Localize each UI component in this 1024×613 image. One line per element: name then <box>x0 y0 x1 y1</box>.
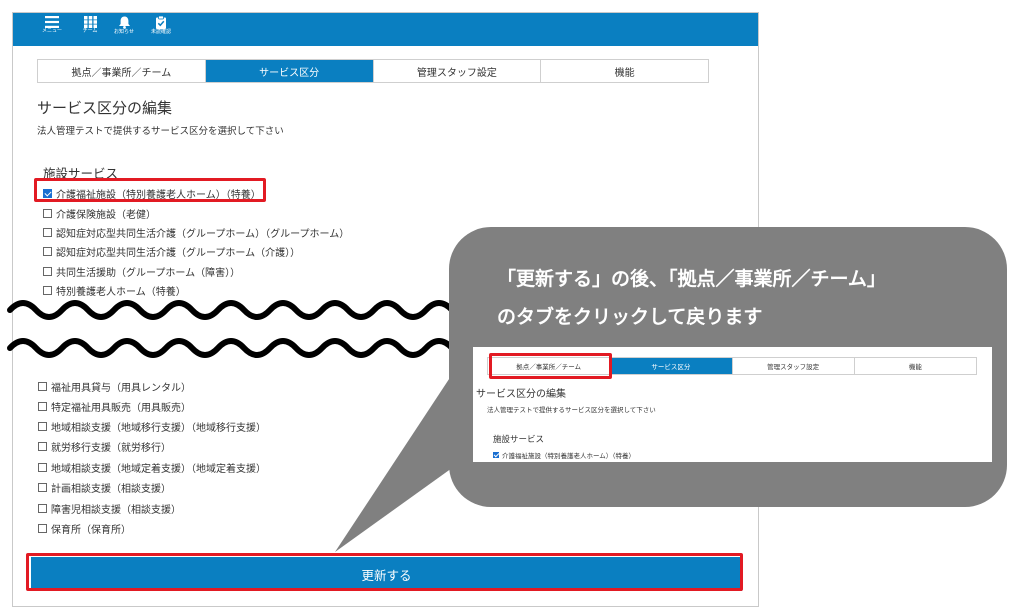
mini-tab-service-category[interactable]: サービス区分 <box>610 358 733 374</box>
menu-icon <box>45 16 59 28</box>
omission-wave <box>7 300 455 358</box>
callout-text-line1: 「更新する」の後、「拠点／事業所／チーム」 <box>497 268 886 290</box>
mini-tab-features[interactable]: 機能 <box>855 358 976 374</box>
checkbox[interactable] <box>43 247 52 256</box>
mini-checkbox-label: 介護福祉施設（特別養護老人ホーム）（特養） <box>502 452 636 460</box>
highlight-checkbox <box>34 178 266 202</box>
tab-features[interactable]: 機能 <box>541 60 708 82</box>
tab-service-category[interactable]: サービス区分 <box>205 60 374 82</box>
page-title: サービス区分の編集 <box>37 99 173 117</box>
service-checkbox-row[interactable]: 共同生活援助（グループホーム（障害）） <box>43 264 240 279</box>
service-label: 認知症対応型共同生活介護（グループホーム）（グループホーム） <box>56 229 350 240</box>
checkbox[interactable] <box>38 402 47 411</box>
service-checkbox-row[interactable]: 認知症対応型共同生活介護（グループホーム）（グループホーム） <box>43 225 349 240</box>
callout-text-line2: のタブをクリックして戻ります <box>497 306 763 328</box>
service-label: 就労移行支援（就労移行） <box>51 443 171 454</box>
notice-button[interactable]: お知らせ <box>107 16 141 44</box>
mini-page-title: サービス区分の編集 <box>476 389 566 400</box>
service-checkbox-row[interactable]: 計画相談支援（相談支援） <box>38 480 171 495</box>
service-checkbox-row[interactable]: 地域相談支援（地域移行支援）（地域移行支援） <box>38 419 266 434</box>
service-label: 介護保険施設（老健） <box>56 210 156 221</box>
checkbox[interactable] <box>43 209 52 218</box>
checkbox[interactable] <box>38 442 47 451</box>
service-checkbox-row[interactable]: 介護保険施設（老健） <box>43 206 156 221</box>
service-label: 計画相談支援（相談支援） <box>51 484 171 495</box>
service-label: 地域相談支援（地域定着支援）（地域定着支援） <box>51 464 266 475</box>
highlight-update-button <box>26 553 743 591</box>
mini-screenshot: 拠点／事業所／チーム サービス区分 管理スタッフ設定 機能 サービス区分の編集 … <box>473 347 992 462</box>
checkbox[interactable] <box>38 382 47 391</box>
service-label: 特定福祉用具販売（用具販売） <box>51 403 191 414</box>
checkbox[interactable] <box>38 483 47 492</box>
tab-location[interactable]: 拠点／事業所／チーム <box>38 60 206 82</box>
service-label: 共同生活援助（グループホーム（障害）） <box>56 268 241 279</box>
mini-checkbox-row[interactable]: 介護福祉施設（特別養護老人ホーム）（特養） <box>493 450 635 460</box>
top-nav-bar: メニュー チーム お知らせ 未読確認 <box>13 13 758 46</box>
service-label: 障害児相談支援（相談支援） <box>51 505 181 516</box>
tab-admin-staff[interactable]: 管理スタッフ設定 <box>373 60 542 82</box>
service-label: 認知症対応型共同生活介護（グループホーム（介護）） <box>56 248 301 259</box>
unconfirmed-button[interactable]: 未読確認 <box>144 16 178 44</box>
checkbox[interactable] <box>38 524 47 533</box>
checkbox[interactable] <box>38 463 47 472</box>
checkbox[interactable] <box>43 267 52 276</box>
mini-tab-admin-staff[interactable]: 管理スタッフ設定 <box>733 358 855 374</box>
service-checkbox-row[interactable]: 認知症対応型共同生活介護（グループホーム（介護）） <box>43 244 300 259</box>
mini-section-heading: 施設サービス <box>493 435 545 445</box>
mini-highlight-location-tab <box>489 353 612 379</box>
clipboard-check-icon <box>156 16 166 29</box>
page-description: 法人管理テストで提供するサービス区分を選択して下さい <box>37 126 284 137</box>
service-label: 保育所（保育所） <box>51 525 131 536</box>
checkbox[interactable] <box>38 504 47 513</box>
checkbox[interactable] <box>38 422 47 431</box>
service-checkbox-row[interactable]: 特定福祉用具販売（用具販売） <box>38 399 191 414</box>
menu-button[interactable]: メニュー <box>35 16 69 44</box>
service-checkbox-row[interactable]: 障害児相談支援（相談支援） <box>38 501 181 516</box>
unconfirmed-label: 未読確認 <box>150 29 171 35</box>
service-checkbox-row[interactable]: 保育所（保育所） <box>38 521 131 536</box>
checkbox[interactable] <box>43 228 52 237</box>
service-checkbox-row[interactable]: 地域相談支援（地域定着支援）（地域定着支援） <box>38 460 266 475</box>
mini-checkbox-checked[interactable] <box>493 452 499 458</box>
bell-icon <box>118 16 130 29</box>
service-checkbox-row[interactable]: 就労移行支援（就労移行） <box>38 439 171 454</box>
grid-icon <box>83 16 97 28</box>
service-label: 地域相談支援（地域移行支援）（地域移行支援） <box>51 423 266 434</box>
mini-page-description: 法人管理テストで提供するサービス区分を選択して下さい <box>487 406 656 414</box>
settings-tabs: 拠点／事業所／チーム サービス区分 管理スタッフ設定 機能 <box>37 59 709 83</box>
